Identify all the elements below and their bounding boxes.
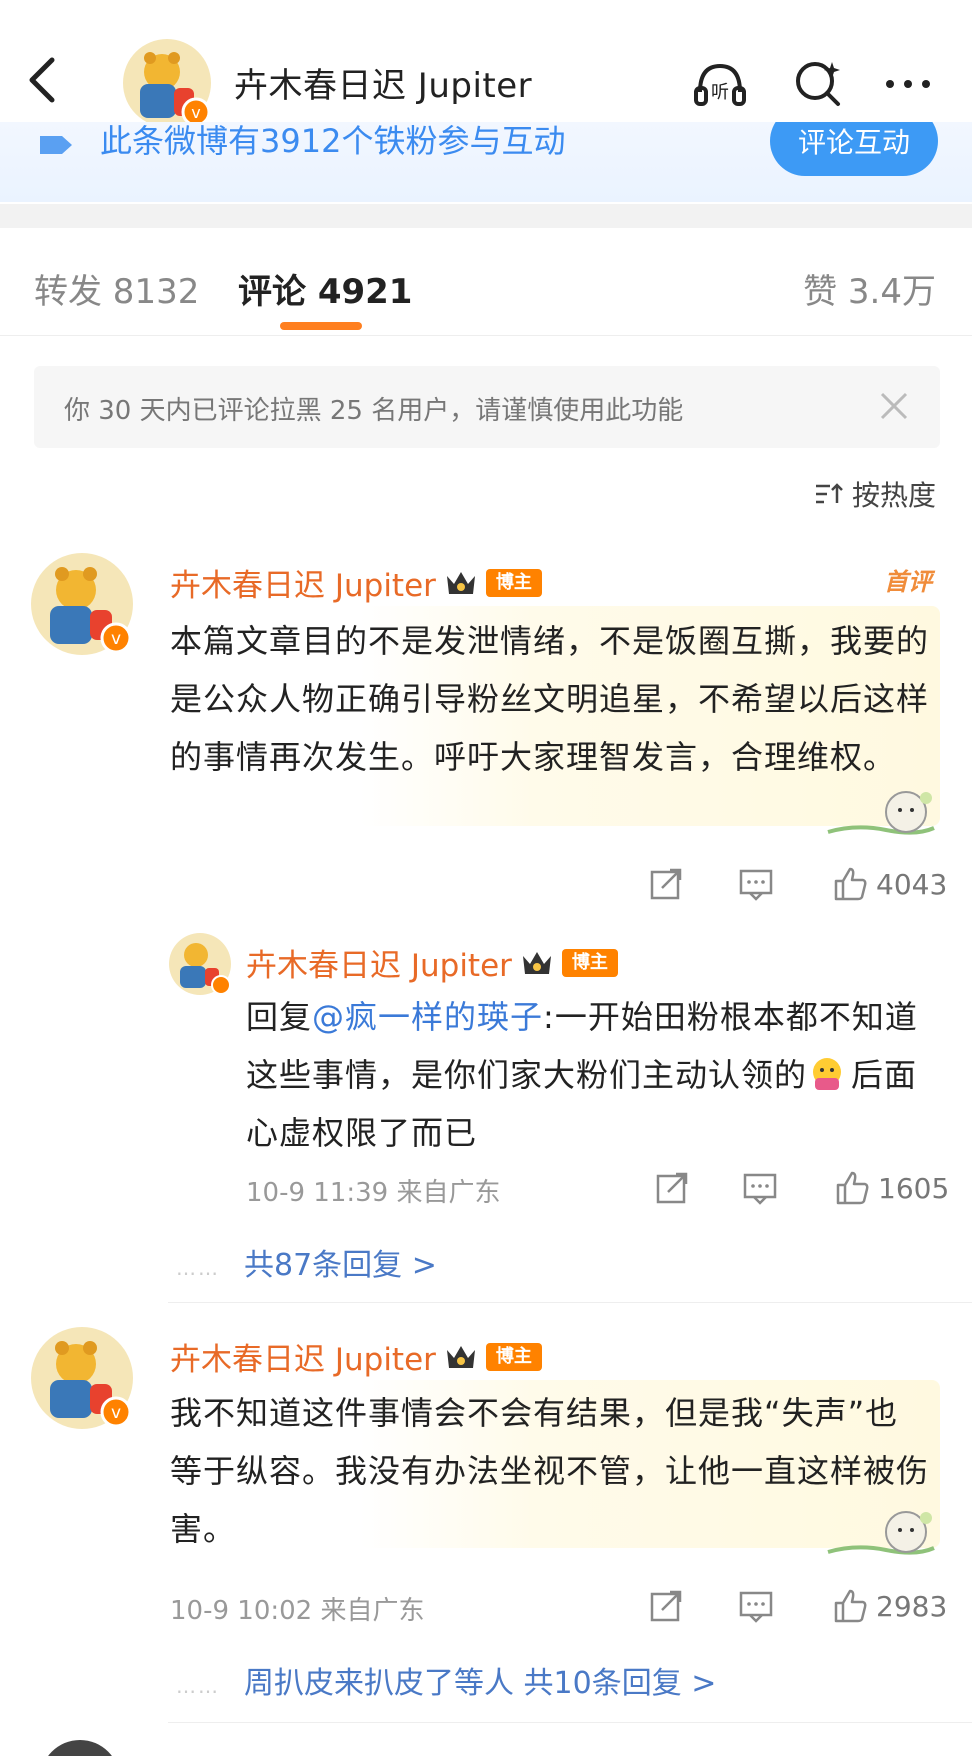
sort-icon xyxy=(815,483,843,504)
reply-avatar[interactable] xyxy=(168,932,232,996)
like-count: 2983 xyxy=(876,1589,948,1623)
comment-text: 我不知道这件事情会不会有结果，但是我“失声”也等于纵容。我没有办法坐视不管，让他… xyxy=(170,1394,930,1548)
share-icon[interactable] xyxy=(654,1170,690,1206)
block-notice-text: 你 30 天内已评论拉黑 25 名用户，请谨慎使用此功能 xyxy=(64,396,684,426)
like-count: 4043 xyxy=(876,867,948,901)
author-avatar[interactable]: v xyxy=(122,38,212,128)
close-icon[interactable] xyxy=(876,388,912,424)
comment-avatar[interactable]: v xyxy=(30,552,134,656)
section-divider xyxy=(0,204,972,228)
top-nav: v 卉木春日迟 Jupiter 听 xyxy=(0,0,972,140)
username-text: 卉木春日迟 Jupiter xyxy=(246,948,512,984)
comment-interaction-button[interactable]: 评论互动 xyxy=(770,122,938,176)
username-text: 卉木春日迟 Jupiter xyxy=(170,568,436,604)
reply-actions: 1605 xyxy=(654,1170,949,1206)
more-replies-text: 共87条回复 > xyxy=(244,1248,437,1283)
svg-text:听: 听 xyxy=(711,82,729,103)
crown-icon xyxy=(446,571,475,594)
comment-actions: 4043 xyxy=(648,866,947,902)
reply-username[interactable]: 卉木春日迟 Jupiter 博主 xyxy=(246,940,618,985)
more-replies-text: 周扒皮来扒皮了等人 共10条回复 > xyxy=(244,1666,717,1701)
bubble-decoration-icon xyxy=(827,791,935,835)
author-badge: 博主 xyxy=(485,1342,542,1371)
tab-bar: 转发 8132 评论 4921 赞 3.4万 xyxy=(0,228,972,336)
more-replies-link[interactable]: …… 共87条回复 > xyxy=(176,1240,437,1284)
author-badge: 博主 xyxy=(485,568,542,597)
bubble-decoration-icon xyxy=(827,1511,935,1555)
sort-label: 按热度 xyxy=(851,479,936,512)
comment-avatar[interactable]: v xyxy=(30,1326,134,1430)
dots-divider: …… xyxy=(176,1256,220,1280)
crown-icon xyxy=(522,951,551,974)
reply-icon[interactable] xyxy=(738,866,774,902)
fan-interaction-banner: 此条微博有3912个铁粉参与互动 评论互动 xyxy=(0,122,972,202)
block-notice: 你 30 天内已评论拉黑 25 名用户，请谨慎使用此功能 xyxy=(34,366,940,448)
share-icon[interactable] xyxy=(648,1588,684,1624)
author-badge: 博主 xyxy=(561,948,618,977)
back-arrow-icon[interactable] xyxy=(22,52,62,108)
more-replies-link[interactable]: …… 周扒皮来扒皮了等人 共10条回复 > xyxy=(176,1658,716,1702)
username-text: 卉木春日迟 Jupiter xyxy=(170,1342,436,1378)
next-comment-avatar[interactable] xyxy=(40,1740,120,1756)
like-icon[interactable] xyxy=(832,1588,868,1624)
reply-icon[interactable] xyxy=(738,1588,774,1624)
listen-icon[interactable]: 听 xyxy=(692,56,748,112)
comment-meta: 10-9 10:02 来自广东 xyxy=(170,1596,425,1626)
reply-meta: 10-9 11:39 来自广东 xyxy=(246,1178,501,1208)
reply-prefix: 回复 xyxy=(246,998,313,1036)
page-title: 卉木春日迟 Jupiter xyxy=(234,66,533,106)
fan-banner-text: 此条微博有3912个铁粉参与互动 xyxy=(100,122,566,160)
reply-icon[interactable] xyxy=(742,1170,778,1206)
active-tab-indicator xyxy=(280,322,362,330)
crown-icon xyxy=(446,1345,475,1368)
dots-divider: …… xyxy=(176,1674,220,1698)
reply-text: 回复@疯一样的瑛子:一开始田粉根本都不知道这些事情，是你们家大粉们主动认领的 后面… xyxy=(246,988,936,1162)
comment-username[interactable]: 卉木春日迟 Jupiter 博主 xyxy=(170,1334,542,1379)
search-icon[interactable] xyxy=(790,56,846,112)
comment-actions: 2983 xyxy=(648,1588,947,1624)
tab-like[interactable]: 赞 3.4万 xyxy=(803,264,936,313)
svg-text:v: v xyxy=(111,629,121,649)
mention-link[interactable]: @疯一样的瑛子 xyxy=(312,998,543,1036)
comment-separator xyxy=(168,1722,972,1723)
tab-repost[interactable]: 转发 8132 xyxy=(34,264,199,313)
svg-text:v: v xyxy=(191,103,200,122)
comment-username[interactable]: 卉木春日迟 Jupiter 博主 xyxy=(170,560,542,605)
first-comment-tag: 首评 xyxy=(884,568,932,596)
like-icon[interactable] xyxy=(832,866,868,902)
comment-separator xyxy=(168,1302,972,1303)
tab-comment[interactable]: 评论 4921 xyxy=(238,264,412,313)
fan-banner-icon xyxy=(40,136,72,154)
svg-text:v: v xyxy=(111,1403,121,1423)
share-icon[interactable] xyxy=(648,866,684,902)
sort-toggle[interactable]: 按热度 xyxy=(814,474,936,514)
comment-text: 本篇文章目的不是发泄情绪，不是饭圈互撕，我要的是公众人物正确引导粉丝文明追星，不… xyxy=(170,622,930,776)
emoji-icon xyxy=(813,1058,842,1090)
like-icon[interactable] xyxy=(834,1170,870,1206)
like-count: 1605 xyxy=(878,1171,950,1205)
more-options-icon[interactable] xyxy=(880,56,936,112)
